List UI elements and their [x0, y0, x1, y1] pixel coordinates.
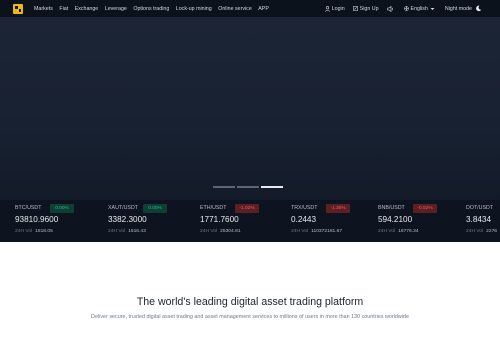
volume-value: 25304.81 [220, 229, 241, 234]
market-ticker: BTC/USDT 0.00% 93810.9600 24H Vol 1818.05… [0, 200, 500, 242]
page-headline: The world's leading digital asset tradin… [136, 296, 364, 308]
ticker-item[interactable]: TRX/USDT -1.30% 0.2443 24H Vol 110372181.… [291, 200, 381, 242]
globe-icon [403, 6, 409, 11]
nav-link-online-service[interactable]: Online service [218, 6, 252, 12]
nav-link-leverage[interactable]: Leverage [105, 6, 127, 12]
user-icon [324, 5, 330, 12]
nav-actions: Login Sign Up English Night mode [317, 0, 484, 17]
intro-section [0, 242, 500, 348]
night-mode-label: Night mode [444, 5, 472, 12]
language-label: English [410, 5, 428, 12]
ticker-pair: BNB/USDT [378, 205, 405, 211]
carousel-indicators [213, 186, 285, 188]
ticker-price: 93810.9600 [15, 215, 59, 224]
ticker-pair: TRX/USDT [291, 205, 318, 211]
page-subheadline: Deliver secure, trusted digital asset tr… [91, 314, 409, 320]
ticker-item[interactable]: BNB/USDT -0.52% 594.2100 24H Vol 16776.34 [378, 200, 468, 242]
volume-label: 24H Vol [378, 229, 396, 234]
top-navbar: Markets Fiat Exchange Leverage Options t… [0, 0, 500, 17]
ticker-pair: DOT/USDT [466, 205, 494, 211]
speaker-icon [386, 5, 393, 12]
ticker-price: 1771.7600 [200, 215, 239, 224]
volume-value: 1516.43 [128, 229, 146, 234]
volume-label: 24H Vol [466, 229, 484, 234]
volume-label: 24H Vol [15, 229, 33, 234]
ticker-price: 3.8434 [466, 215, 492, 224]
caret-down-icon [430, 7, 435, 10]
ticker-pair: BTC/USDT [15, 205, 42, 211]
volume-value: 2276 [486, 229, 498, 234]
ticker-price: 594.2100 [378, 215, 413, 224]
ticker-change-badge: 0.00% [143, 204, 167, 213]
ticker-volume: 24H Vol 1516.43 [108, 229, 146, 234]
nav-link-app[interactable]: APP [258, 6, 269, 12]
language-select[interactable]: English [403, 5, 437, 12]
ticker-volume: 24H Vol 1818.05 [15, 229, 53, 234]
main-nav: Markets Fiat Exchange Leverage Options t… [34, 6, 275, 12]
ticker-pair: ETH/USDT [200, 205, 227, 211]
ticker-volume: 24H Vol 110372181.67 [291, 229, 342, 234]
ticker-price: 3382.3000 [108, 215, 147, 224]
ticker-pair: XAUT/USDT [108, 205, 139, 211]
login-link[interactable]: Login [324, 5, 345, 12]
ticker-item[interactable]: ETH/USDT -1.02% 1771.7600 24H Vol 25304.8… [200, 200, 290, 242]
edit-icon [352, 6, 358, 11]
nav-link-markets[interactable]: Markets [34, 6, 53, 12]
ticker-change-badge: -0.52% [413, 204, 437, 213]
nav-link-options-trading[interactable]: Options trading [133, 6, 169, 12]
volume-value: 1818.05 [35, 229, 53, 234]
ticker-volume: 24H Vol 16776.34 [378, 229, 419, 234]
hero-banner [0, 17, 500, 200]
volume-label: 24H Vol [108, 229, 126, 234]
signup-link[interactable]: Sign Up [352, 5, 379, 12]
sound-toggle[interactable] [386, 5, 396, 12]
carousel-dot[interactable] [237, 186, 259, 188]
ticker-item[interactable]: BTC/USDT 0.00% 93810.9600 24H Vol 1818.05 [15, 200, 105, 242]
moon-icon [476, 5, 482, 12]
nav-link-exchange[interactable]: Exchange [75, 6, 99, 12]
nav-link-lock-up-mining[interactable]: Lock-up mining [176, 6, 212, 12]
ticker-change-badge: 0.00% [50, 204, 74, 213]
carousel-dot-active[interactable] [261, 186, 283, 188]
ticker-change-badge: -1.02% [235, 204, 259, 213]
ticker-item[interactable]: XAUT/USDT 0.00% 3382.3000 24H Vol 1516.43 [108, 200, 198, 242]
ticker-item[interactable]: DOT/USDT 3.8434 24H Vol 2276 [466, 200, 500, 242]
volume-value: 16776.34 [398, 229, 419, 234]
nav-link-fiat[interactable]: Fiat [59, 6, 68, 12]
volume-value: 110372181.67 [311, 229, 343, 234]
signup-label: Sign Up [359, 5, 379, 12]
volume-label: 24H Vol [291, 229, 309, 234]
logo-icon[interactable] [13, 3, 23, 14]
night-mode-toggle[interactable]: Night mode [445, 5, 484, 12]
ticker-volume: 24H Vol 25304.81 [200, 229, 241, 234]
ticker-price: 0.2443 [291, 215, 317, 224]
page: Markets Fiat Exchange Leverage Options t… [0, 0, 500, 348]
carousel-dot[interactable] [213, 186, 235, 188]
volume-label: 24H Vol [200, 229, 218, 234]
ticker-change-badge: -1.30% [326, 204, 350, 213]
login-label: Login [331, 5, 345, 12]
ticker-volume: 24H Vol 2276 [466, 229, 497, 234]
